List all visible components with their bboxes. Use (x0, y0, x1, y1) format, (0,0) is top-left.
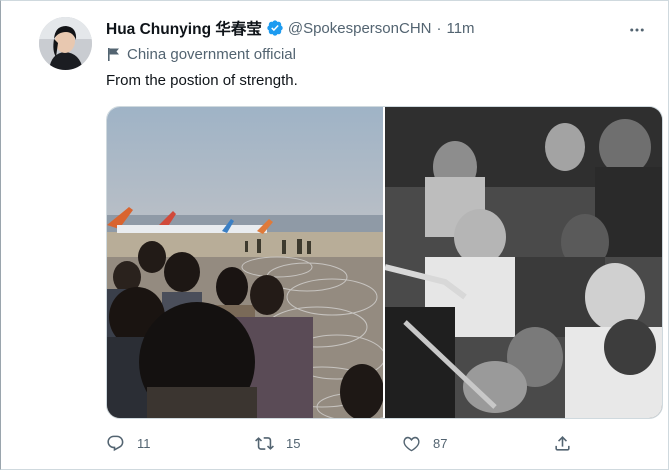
like-count: 87 (433, 435, 448, 451)
account-label-text: China government official (127, 45, 296, 63)
share-button[interactable] (553, 429, 572, 457)
heart-icon (403, 436, 420, 451)
media-photo-historic[interactable] (385, 107, 662, 418)
retweet-count: 15 (286, 435, 301, 451)
share-icon (555, 435, 570, 451)
account-label[interactable]: China government official (107, 44, 296, 64)
retweet-button[interactable]: 15 (255, 429, 300, 457)
tweet-actions: 11 15 87 (106, 429, 576, 457)
more-options-icon[interactable] (628, 21, 646, 39)
display-name[interactable]: Hua Chunying 华春莹 (106, 17, 262, 39)
tweet-media[interactable] (106, 106, 663, 419)
tweet-text: From the postion of strength. (106, 72, 298, 89)
reply-button[interactable]: 11 (106, 429, 151, 457)
timestamp[interactable]: 11m (446, 20, 474, 37)
reply-icon (107, 435, 124, 451)
retweet-icon (255, 436, 274, 450)
media-photo-airport[interactable] (107, 107, 383, 418)
tweet-header: Hua Chunying 华春莹 @SpokespersonCHN · 11m (106, 17, 475, 39)
verified-badge-icon (267, 20, 283, 36)
flag-icon (108, 48, 119, 61)
like-button[interactable]: 87 (402, 429, 447, 457)
avatar[interactable] (39, 17, 92, 70)
separator-dot: · (436, 19, 442, 37)
user-handle[interactable]: @SpokespersonCHN (288, 20, 432, 37)
reply-count: 11 (137, 435, 151, 451)
tweet-card[interactable]: Hua Chunying 华春莹 @SpokespersonCHN · 11m … (0, 0, 669, 470)
